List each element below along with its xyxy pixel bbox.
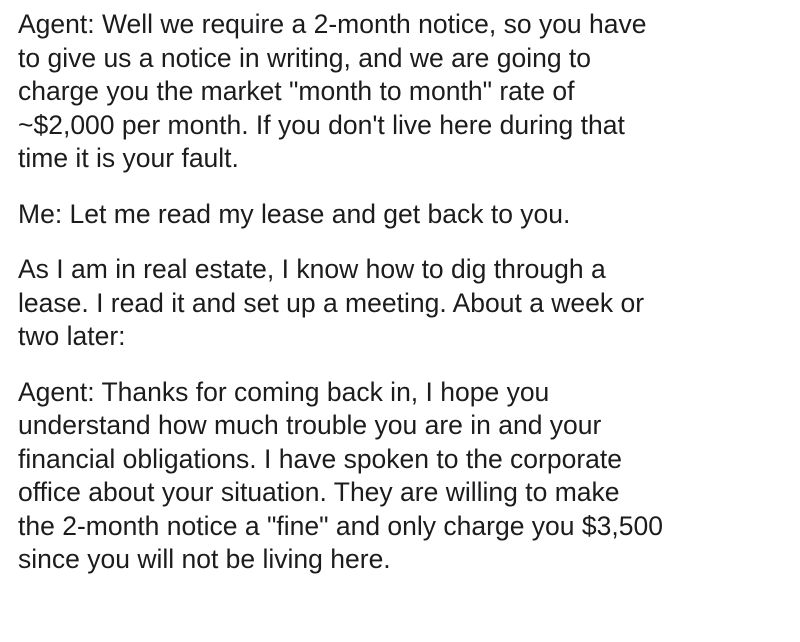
- text-line: two later:: [18, 321, 126, 351]
- paragraph-agent-fine: Agent: Thanks for coming back in, I hope…: [18, 376, 784, 577]
- text-line: to give us a notice in writing, and we a…: [18, 42, 592, 73]
- paragraph-me-reply: Me: Let me read my lease and get back to…: [18, 198, 784, 232]
- text-line: office about your situation. They are wi…: [18, 477, 620, 507]
- text-line: lease. I read it and set up a meeting. A…: [18, 287, 645, 318]
- text-line: As I am in real estate, I know how to di…: [18, 254, 606, 284]
- text-line: financial obligations. I have spoken to …: [18, 443, 623, 474]
- text-line: time it is your fault.: [18, 143, 239, 173]
- text-line: Me: Let me read my lease and get back to…: [18, 198, 571, 229]
- paragraph-agent-notice: Agent: Well we require a 2-month notice,…: [18, 8, 784, 176]
- text-document: Agent: Well we require a 2-month notice,…: [0, 0, 800, 642]
- text-line: ~$2,000 per month. If you don't live her…: [18, 109, 625, 140]
- text-line: understand how much trouble you are in a…: [18, 410, 602, 440]
- paragraph-real-estate: As I am in real estate, I know how to di…: [18, 253, 784, 354]
- text-line: Agent: Well we require a 2-month notice,…: [18, 9, 647, 39]
- text-line: charge you the market "month to month" r…: [18, 76, 575, 106]
- text-line: Agent: Thanks for coming back in, I hope…: [18, 376, 550, 407]
- text-line: since you will not be living here.: [18, 544, 391, 574]
- text-line: the 2-month notice a "fine" and only cha…: [18, 510, 663, 541]
